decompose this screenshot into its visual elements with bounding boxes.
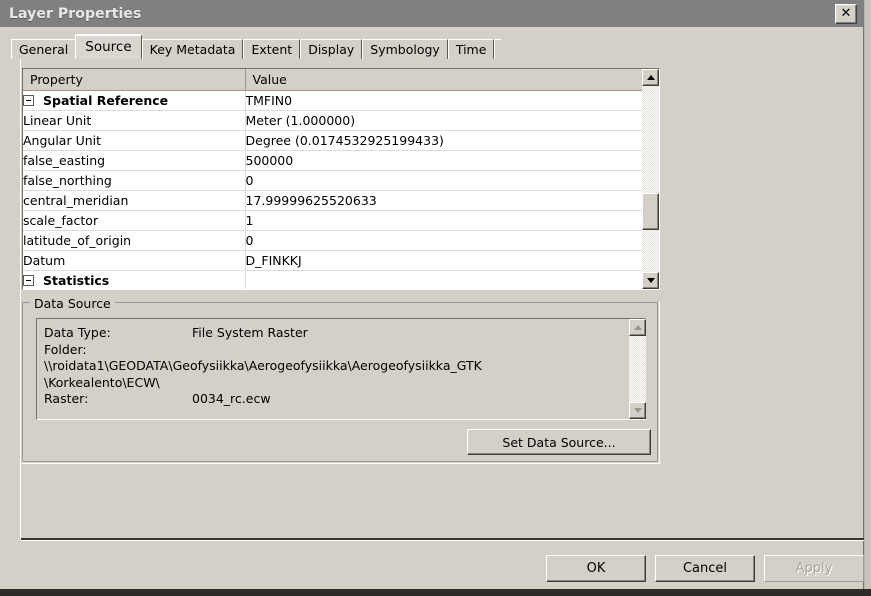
value-cell: D_FINKKJ	[245, 250, 659, 271]
tab-key-metadata[interactable]: Key Metadata	[141, 39, 244, 59]
value-cell: Degree (0.0174532925199433)	[245, 130, 659, 151]
cancel-button[interactable]: Cancel	[655, 555, 755, 582]
set-data-source-button[interactable]: Set Data Source...	[467, 429, 651, 455]
value-cell: 0	[245, 230, 659, 251]
scroll-thumb[interactable]	[642, 193, 659, 230]
table-row[interactable]: Linear Unit Meter (1.000000)	[23, 110, 659, 131]
value-cell: 17.99999625520633	[245, 190, 659, 211]
data-source-field-row: Data Type: File System Raster	[44, 325, 625, 342]
window-title: Layer Properties	[9, 5, 142, 22]
table-row[interactable]: Statistics	[23, 270, 659, 289]
data-source-scrollbar[interactable]	[629, 319, 646, 419]
tab-extent[interactable]: Extent	[243, 39, 301, 59]
data-source-field-label: Data Type:	[44, 325, 111, 340]
minus-box-icon[interactable]	[23, 274, 34, 286]
value-cell: 1	[245, 210, 659, 231]
table-row[interactable]: central_meridian 17.99999625520633	[23, 190, 659, 211]
client-area-edge	[20, 59, 21, 539]
property-cell: Statistics	[23, 270, 246, 289]
tab-time[interactable]: Time	[447, 39, 495, 59]
property-label: false_northing	[23, 170, 246, 191]
scroll-down-arrow-icon[interactable]	[642, 272, 659, 289]
property-label: Spatial Reference	[43, 92, 169, 108]
tab-strip: General Source Key Metadata Extent Displ…	[11, 34, 502, 59]
data-source-field-label: Raster:	[44, 391, 89, 406]
property-grid-header-row: Property Value	[23, 69, 659, 91]
tab-source[interactable]: Source	[75, 34, 142, 59]
property-label: central_meridian	[23, 190, 246, 211]
table-row[interactable]: Spatial Reference TMFIN0	[23, 90, 659, 111]
data-source-field-value-continued: \Korkealento\ECW\	[44, 374, 160, 390]
desktop-bottom-strip	[0, 589, 871, 596]
value-cell: 0	[245, 170, 659, 191]
value-cell: 500000	[245, 150, 659, 171]
data-source-field-label: Folder:	[44, 341, 87, 357]
property-label: Angular Unit	[23, 130, 246, 151]
data-source-field-value: File System Raster	[192, 325, 308, 340]
data-source-text-panel[interactable]: Data Type: File System Raster Folder:\\ro…	[36, 318, 646, 420]
property-grid-scrollbar[interactable]	[642, 69, 659, 289]
ok-button[interactable]: OK	[546, 555, 646, 582]
value-cell: TMFIN0	[245, 90, 659, 111]
property-label: false_easting	[23, 150, 246, 171]
table-row[interactable]: Angular Unit Degree (0.0174532925199433)	[23, 130, 659, 151]
column-header-value[interactable]: Value	[245, 69, 659, 91]
footer-separator-highlight	[21, 540, 864, 541]
data-source-field-value: \\roidata1\GEODATA\Geofysiikka\Aerogeofy…	[44, 358, 482, 373]
scrollbar-track	[629, 336, 646, 402]
tab-general[interactable]: General	[11, 39, 77, 59]
data-source-field-row: Raster: 0034_rc.ecw	[44, 391, 625, 408]
property-label: Linear Unit	[23, 110, 246, 131]
data-source-text: Data Type: File System Raster Folder:\\ro…	[44, 325, 625, 408]
desktop-right-strip	[864, 0, 871, 596]
minus-box-icon[interactable]	[23, 94, 34, 106]
table-row[interactable]: false_easting 500000	[23, 150, 659, 171]
layer-properties-dialog: Layer Properties ✕ General Source Key Me…	[0, 0, 864, 589]
tab-strip-endcap	[494, 39, 502, 59]
value-cell: Meter (1.000000)	[245, 110, 659, 131]
property-grid[interactable]: Property Value Spatial Reference TMFIN0 …	[22, 68, 660, 290]
apply-button: Apply	[764, 555, 864, 582]
close-icon[interactable]: ✕	[835, 3, 857, 24]
property-label: latitude_of_origin	[23, 230, 246, 251]
column-header-property[interactable]: Property	[23, 69, 246, 91]
property-label: Statistics	[43, 272, 110, 288]
tab-symbology[interactable]: Symbology	[362, 39, 448, 59]
scrollbar-track[interactable]	[642, 86, 659, 272]
tab-display[interactable]: Display	[300, 39, 363, 59]
value-cell	[245, 270, 659, 289]
scroll-up-arrow-icon	[629, 319, 646, 336]
data-source-legend: Data Source	[30, 296, 115, 311]
scroll-up-arrow-icon[interactable]	[642, 69, 659, 86]
table-row[interactable]: scale_factor 1	[23, 210, 659, 231]
data-source-field-row: Folder:\\roidata1\GEODATA\Geofysiikka\Ae…	[44, 342, 625, 375]
scroll-down-arrow-icon	[629, 402, 646, 419]
title-bar[interactable]: Layer Properties ✕	[0, 0, 864, 27]
property-cell: Spatial Reference	[23, 90, 246, 111]
data-source-field-value: 0034_rc.ecw	[192, 391, 271, 406]
table-row[interactable]: Datum D_FINKKJ	[23, 250, 659, 271]
property-label: Datum	[23, 250, 246, 271]
table-row[interactable]: latitude_of_origin 0	[23, 230, 659, 251]
table-row[interactable]: false_northing 0	[23, 170, 659, 191]
property-label: scale_factor	[23, 210, 246, 231]
